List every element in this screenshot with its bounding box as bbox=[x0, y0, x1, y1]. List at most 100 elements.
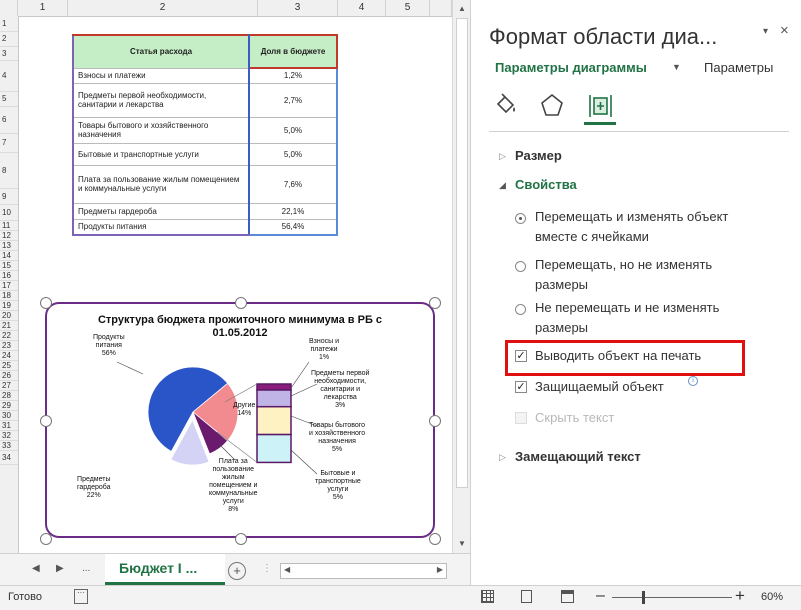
table-cell-value[interactable]: 5,0% bbox=[249, 117, 338, 144]
row-header[interactable]: 3 bbox=[0, 47, 18, 61]
row-header[interactable]: 1 bbox=[0, 16, 18, 32]
expand-arrow-icon[interactable]: ▷ bbox=[499, 151, 506, 162]
row-header[interactable]: 24 bbox=[0, 351, 18, 361]
radio-button[interactable] bbox=[515, 213, 526, 224]
scroll-up-icon[interactable]: ▲ bbox=[453, 0, 470, 18]
sheet-tabs-ellipsis[interactable]: ... bbox=[82, 563, 90, 574]
row-header[interactable]: 19 bbox=[0, 301, 18, 311]
row-header[interactable]: 11 bbox=[0, 221, 18, 231]
table-cell-value[interactable]: 7,6% bbox=[249, 165, 338, 204]
chart-resize-handle[interactable] bbox=[40, 297, 52, 309]
column-header-5[interactable]: 5 bbox=[386, 0, 430, 16]
table-cell-name[interactable]: Товары бытового и хозяйственного назначе… bbox=[72, 117, 250, 144]
row-header[interactable]: 28 bbox=[0, 391, 18, 401]
data-label-essentials[interactable]: Предметы первой необходимости, санитарии и… bbox=[311, 370, 369, 410]
tab-text-options[interactable]: Параметры bbox=[704, 60, 773, 75]
data-label-food[interactable]: Продукты питания 56% bbox=[93, 334, 125, 358]
chart-object[interactable]: Структура бюджета прожиточного минимума … bbox=[45, 302, 435, 538]
row-header[interactable]: 25 bbox=[0, 361, 18, 371]
row-header[interactable]: 18 bbox=[0, 291, 18, 301]
horizontal-scrollbar[interactable]: ◀ ▶ bbox=[280, 563, 447, 579]
row-header[interactable]: 20 bbox=[0, 311, 18, 321]
row-header[interactable]: 7 bbox=[0, 134, 18, 153]
next-sheet-icon[interactable]: ▶ bbox=[56, 563, 64, 574]
row-header[interactable]: 26 bbox=[0, 371, 18, 381]
table-cell-value[interactable]: 5,0% bbox=[249, 143, 338, 166]
pane-options-icon[interactable]: ▾ bbox=[763, 26, 768, 37]
data-label-household[interactable]: Товары бытового и хозяйственного назначени… bbox=[309, 422, 365, 454]
effects-icon[interactable] bbox=[539, 92, 565, 118]
row-header[interactable]: 14 bbox=[0, 251, 18, 261]
chevron-down-icon[interactable]: ▼ bbox=[672, 62, 681, 72]
bar-segment[interactable] bbox=[256, 389, 292, 408]
section-properties[interactable]: Свойства bbox=[515, 177, 577, 192]
row-header[interactable]: 27 bbox=[0, 381, 18, 391]
chart-resize-handle[interactable] bbox=[235, 533, 247, 545]
column-header-extra[interactable] bbox=[430, 0, 452, 16]
info-icon[interactable]: i bbox=[688, 376, 698, 386]
row-header[interactable]: 22 bbox=[0, 331, 18, 341]
section-size[interactable]: Размер bbox=[515, 148, 562, 163]
column-header-3[interactable]: 3 bbox=[258, 0, 338, 16]
row-header[interactable]: 2 bbox=[0, 32, 18, 47]
row-header[interactable]: 6 bbox=[0, 107, 18, 134]
chart-resize-handle[interactable] bbox=[235, 297, 247, 309]
row-header[interactable]: 21 bbox=[0, 321, 18, 331]
table-cell-name[interactable]: Продукты питания bbox=[72, 219, 250, 236]
zoom-slider-thumb[interactable] bbox=[642, 591, 645, 604]
table-cell-value[interactable]: 2,7% bbox=[249, 83, 338, 118]
row-header[interactable]: 16 bbox=[0, 271, 18, 281]
column-header-1[interactable]: 1 bbox=[18, 0, 68, 16]
header-cell-name[interactable]: Статья расхода bbox=[72, 34, 250, 69]
row-header[interactable]: 29 bbox=[0, 401, 18, 411]
bar-segment[interactable] bbox=[256, 433, 292, 464]
data-label-housing[interactable]: Плата за пользование жилым помещением и комм… bbox=[209, 458, 258, 514]
size-properties-icon[interactable] bbox=[587, 92, 613, 118]
row-header[interactable]: 15 bbox=[0, 261, 18, 271]
row-header[interactable]: 8 bbox=[0, 153, 18, 189]
expand-arrow-icon[interactable]: ▷ bbox=[499, 452, 506, 463]
close-icon[interactable]: × bbox=[780, 22, 789, 39]
collapse-arrow-icon[interactable]: ◢ bbox=[499, 180, 506, 191]
row-header[interactable]: 33 bbox=[0, 441, 18, 451]
radio-button[interactable] bbox=[515, 304, 526, 315]
row-header[interactable]: 30 bbox=[0, 411, 18, 421]
chart-resize-handle[interactable] bbox=[429, 415, 441, 427]
table-cell-name[interactable]: Плата за пользование жилым помещением и … bbox=[72, 165, 250, 204]
row-header[interactable]: 17 bbox=[0, 281, 18, 291]
row-header[interactable]: 9 bbox=[0, 189, 18, 205]
row-header[interactable]: 5 bbox=[0, 92, 18, 107]
chart-resize-handle[interactable] bbox=[429, 297, 441, 309]
data-label-other[interactable]: Другие 14% bbox=[233, 402, 255, 418]
scroll-left-icon[interactable]: ◀ bbox=[284, 565, 290, 574]
checkbox-locked-box[interactable]: ✓ bbox=[515, 381, 527, 393]
row-header[interactable]: 34 bbox=[0, 451, 18, 465]
scroll-right-icon[interactable]: ▶ bbox=[437, 565, 443, 574]
row-header[interactable]: 23 bbox=[0, 341, 18, 351]
table-cell-name[interactable]: Бытовые и транспортные услуги bbox=[72, 143, 250, 166]
zoom-out-button[interactable]: – bbox=[596, 587, 605, 605]
chart-resize-handle[interactable] bbox=[429, 533, 441, 545]
tab-chart-options[interactable]: Параметры диаграммы bbox=[495, 60, 647, 75]
tab-split-handle[interactable]: ⋮ bbox=[262, 563, 272, 574]
data-label-fees[interactable]: Взносы и платежи 1% bbox=[309, 338, 339, 362]
bar-segment[interactable] bbox=[256, 383, 292, 391]
column-header-4[interactable]: 4 bbox=[338, 0, 386, 16]
fill-line-icon[interactable] bbox=[493, 92, 519, 118]
bar-segment[interactable] bbox=[256, 405, 292, 436]
row-header[interactable]: 4 bbox=[0, 61, 18, 92]
column-header-2[interactable]: 2 bbox=[68, 0, 258, 16]
chart-resize-handle[interactable] bbox=[40, 415, 52, 427]
zoom-level[interactable]: 60% bbox=[761, 591, 783, 603]
section-alt-text[interactable]: Замещающий текст bbox=[515, 449, 641, 464]
page-layout-view-icon[interactable] bbox=[521, 590, 532, 603]
scrollbar-thumb[interactable] bbox=[456, 18, 468, 488]
sheet-tab-active[interactable]: Бюджет I ... bbox=[105, 554, 225, 585]
row-header[interactable]: 10 bbox=[0, 205, 18, 221]
row-header[interactable]: 12 bbox=[0, 231, 18, 241]
row-header[interactable]: 13 bbox=[0, 241, 18, 251]
table-cell-name[interactable]: Предметы первой необходимости, санитарии… bbox=[72, 83, 250, 118]
page-break-view-icon[interactable] bbox=[561, 590, 574, 603]
add-sheet-icon[interactable]: + bbox=[228, 562, 246, 580]
normal-view-icon[interactable] bbox=[481, 590, 494, 603]
